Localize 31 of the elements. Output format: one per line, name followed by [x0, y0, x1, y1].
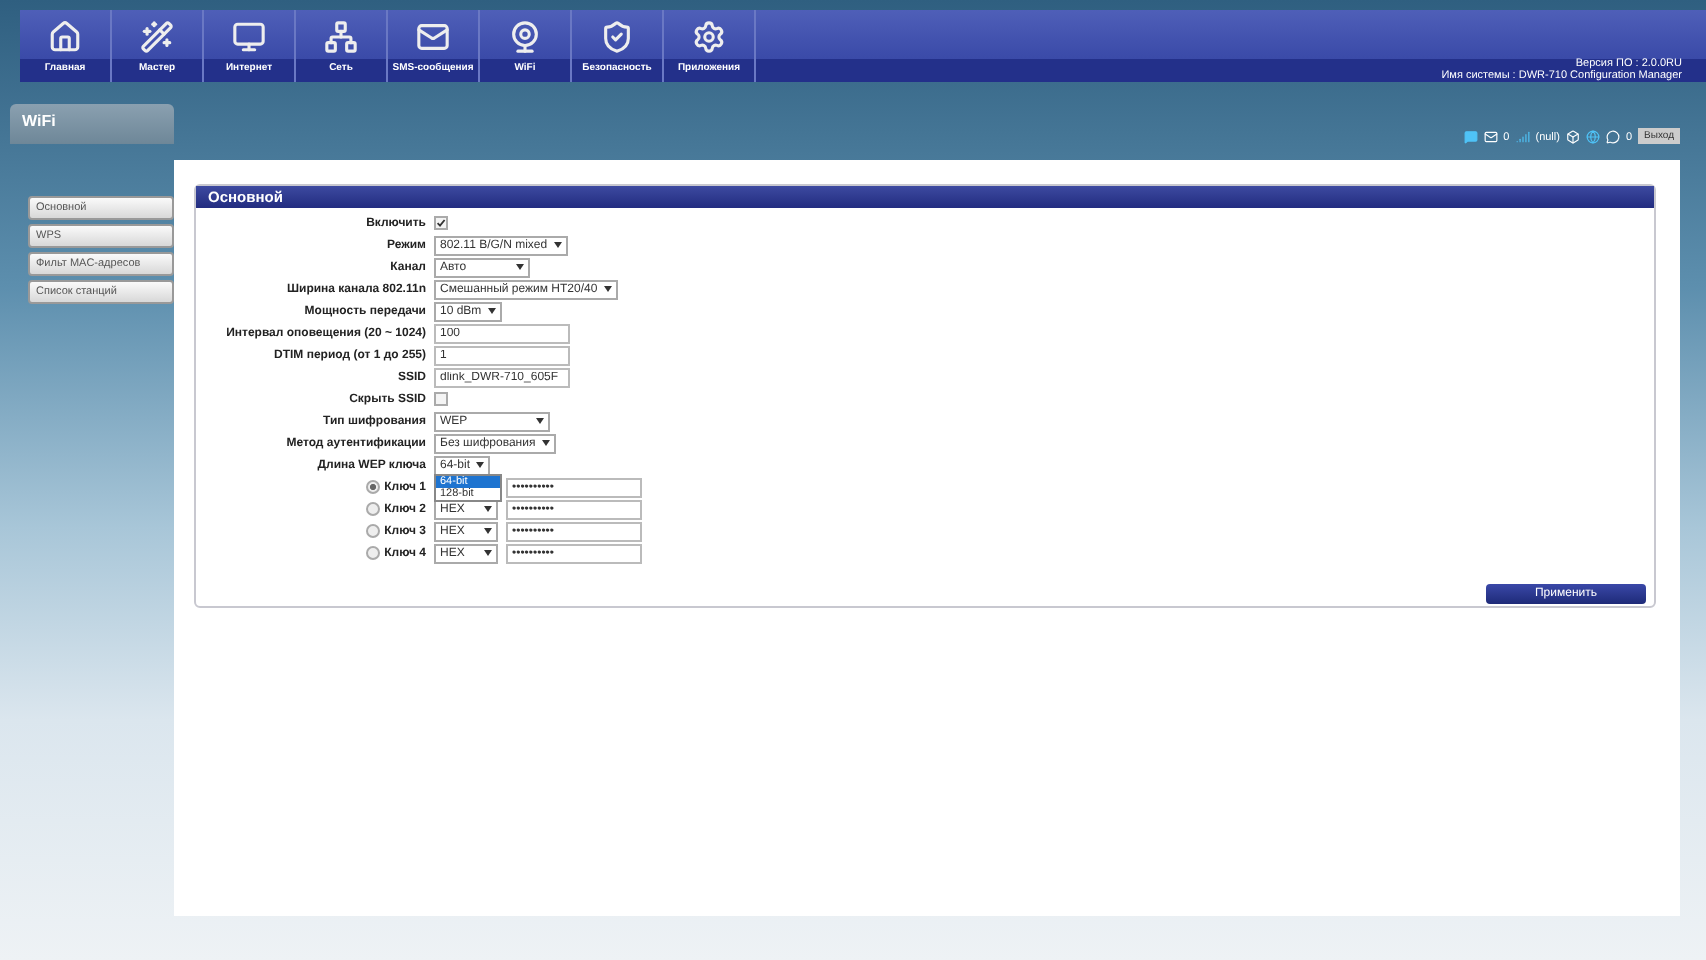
caret-icon [476, 462, 485, 468]
globe-icon [1585, 130, 1600, 144]
gear-icon [692, 20, 726, 54]
radio-button[interactable] [366, 502, 381, 516]
checkbox[interactable] [434, 392, 448, 406]
monitor-icon [232, 20, 266, 54]
caret-icon [541, 440, 550, 446]
chat-icon [1463, 130, 1478, 144]
radio-button[interactable] [366, 524, 381, 538]
caret-icon [484, 550, 492, 556]
page-title: WiFi [10, 104, 174, 144]
magic-wand-icon [140, 20, 174, 54]
caret-icon [553, 242, 562, 248]
webcam-icon [508, 20, 542, 54]
caret-icon [603, 286, 612, 292]
home-icon [48, 20, 82, 54]
checkbox[interactable] [434, 216, 448, 230]
caret-icon [536, 418, 544, 424]
caret-icon [484, 506, 492, 512]
signal-icon [1515, 130, 1530, 144]
message-icon [1605, 130, 1620, 144]
caret-icon [516, 264, 524, 270]
caret-icon [484, 528, 492, 534]
caret-icon [487, 308, 496, 314]
mail-icon [1483, 130, 1498, 144]
shield-icon [600, 20, 634, 54]
network-icon [324, 20, 358, 54]
radio-button[interactable] [366, 546, 381, 560]
radio-button[interactable] [366, 480, 381, 494]
envelope-icon [416, 20, 450, 54]
box-icon [1565, 130, 1580, 144]
